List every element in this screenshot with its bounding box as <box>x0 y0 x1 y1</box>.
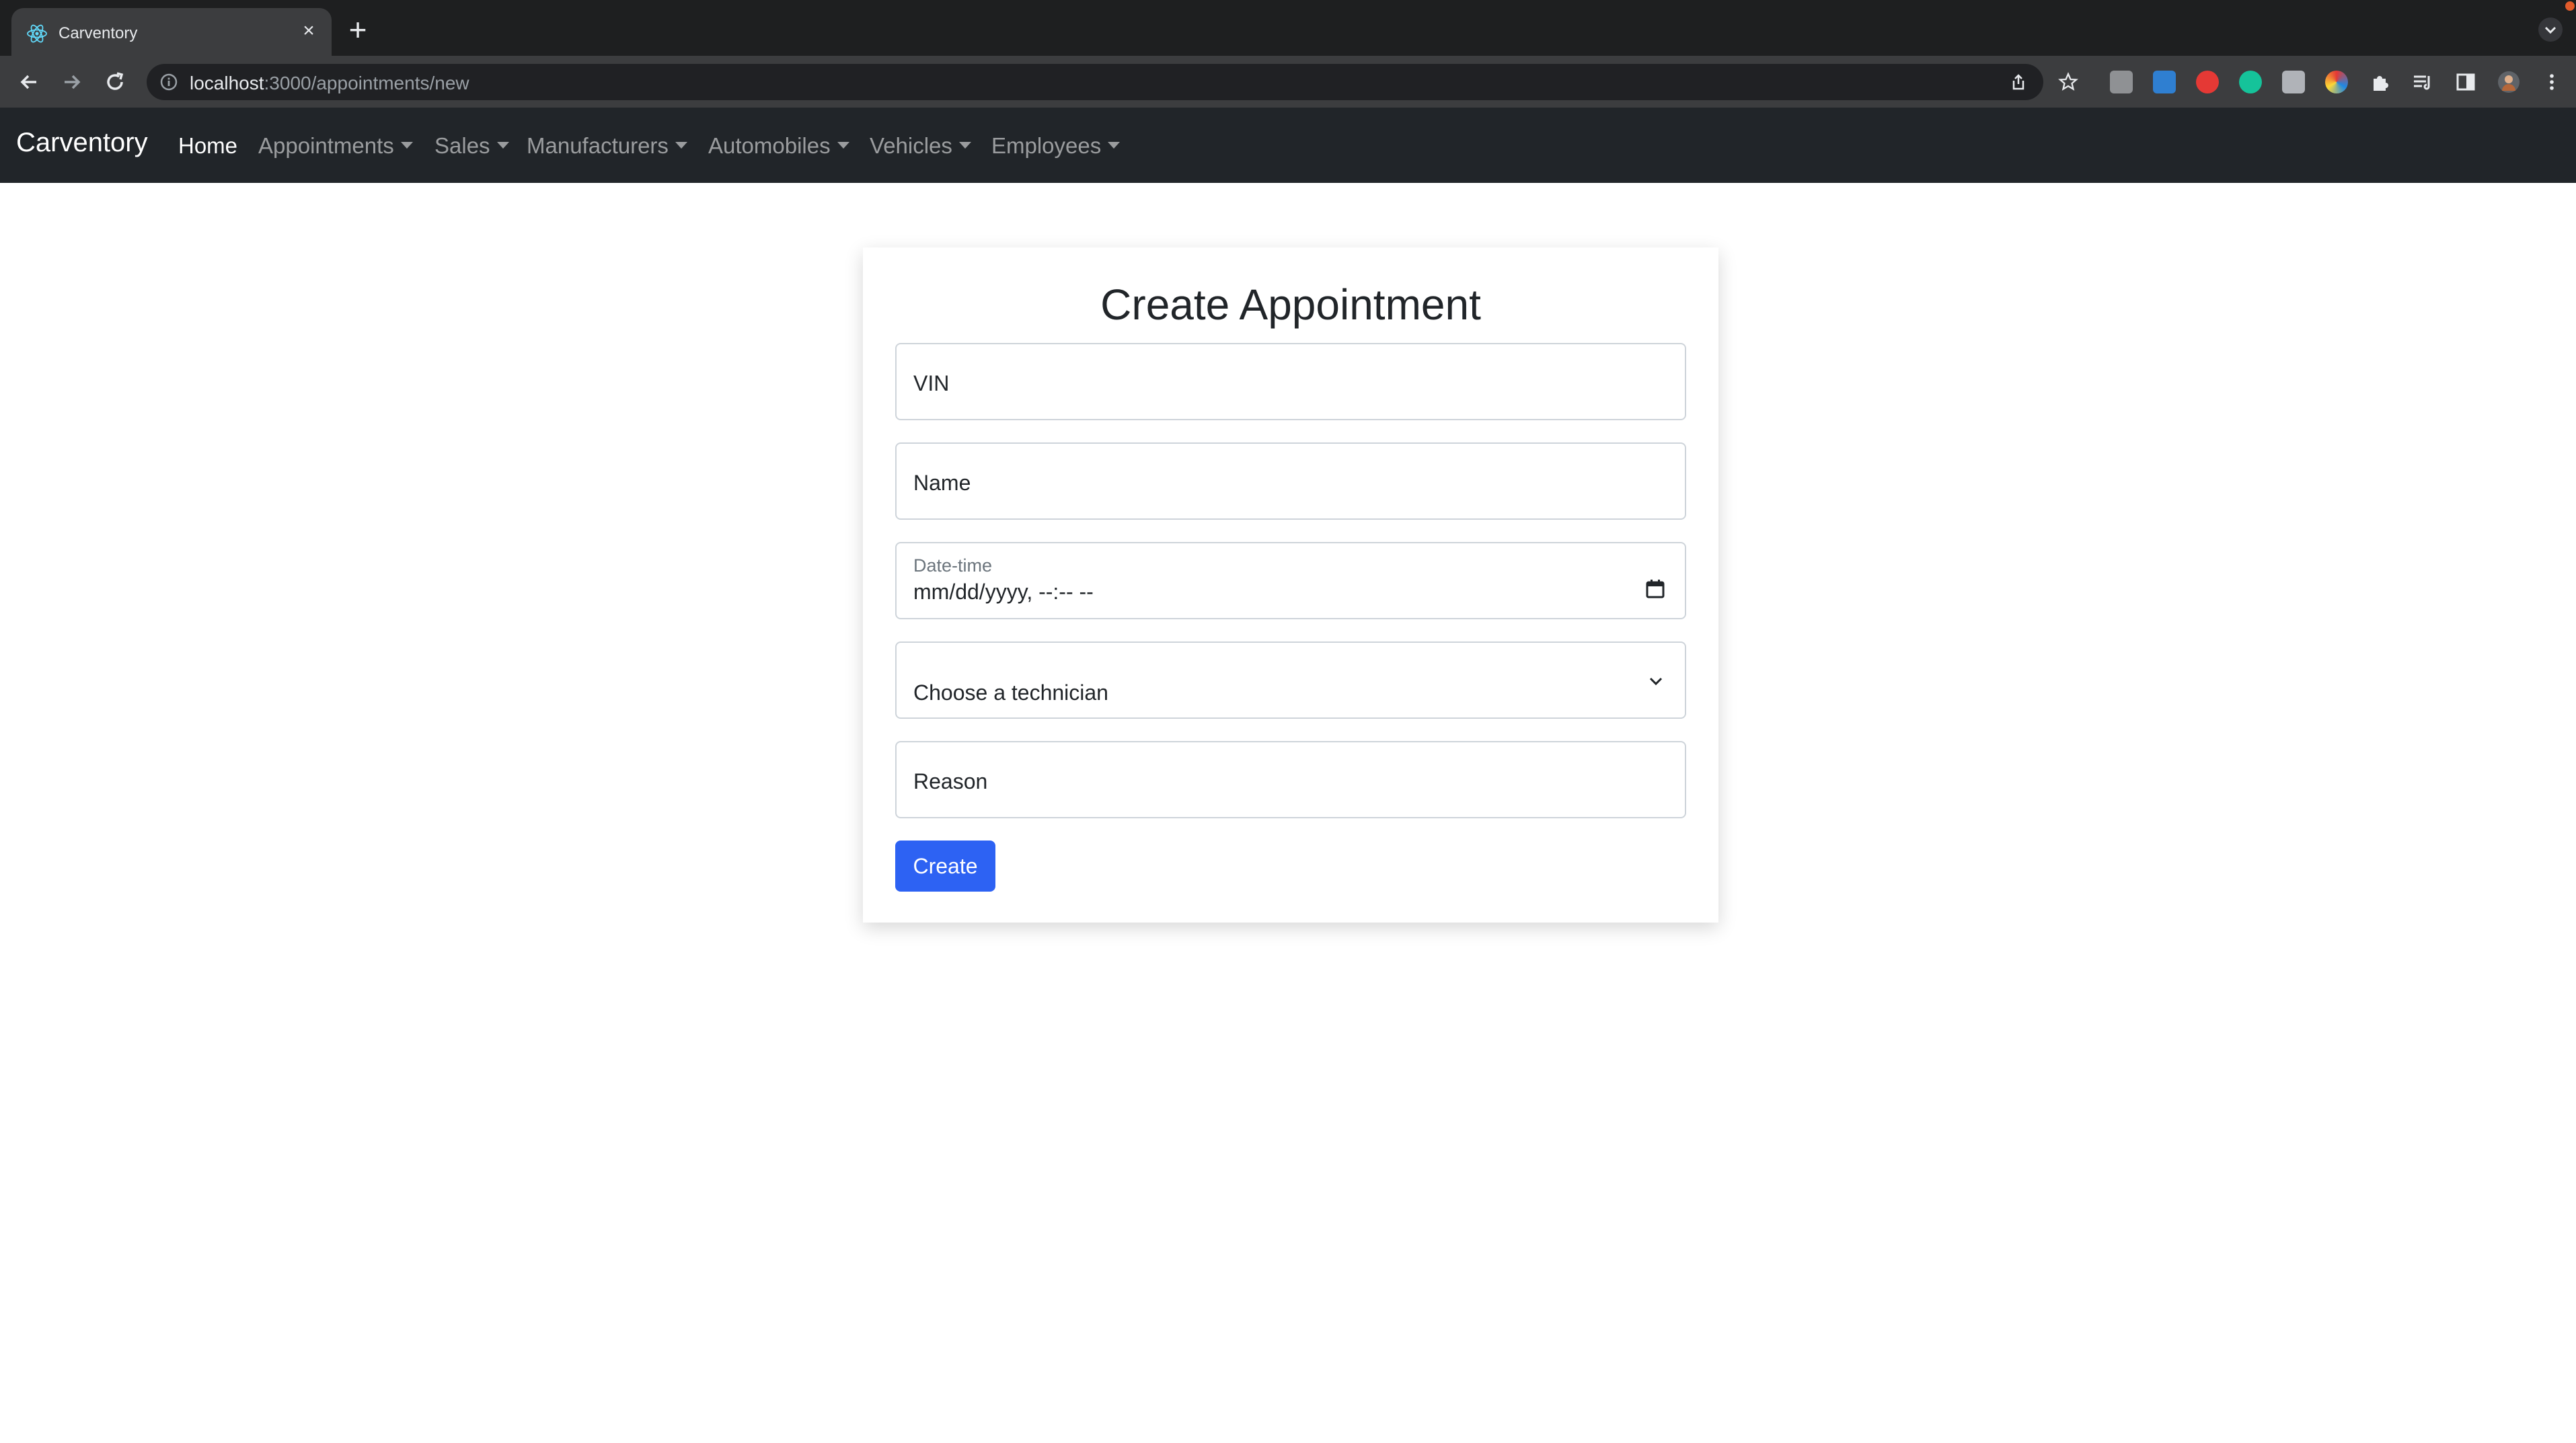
technician-select[interactable]: Choose a technician <box>895 641 1686 719</box>
nav-item-manufacturers[interactable]: Manufacturers <box>527 133 687 159</box>
datetime-label: Date-time <box>913 555 993 576</box>
nav-item-automobiles[interactable]: Automobiles <box>708 133 849 159</box>
caret-down-icon <box>496 142 509 149</box>
name-input[interactable]: Name <box>895 442 1686 520</box>
create-button[interactable]: Create <box>895 841 995 892</box>
react-favicon-icon <box>27 24 47 43</box>
url-host: localhost <box>190 73 264 93</box>
reading-list-icon[interactable] <box>2411 71 2434 93</box>
caret-down-icon <box>1108 142 1121 149</box>
browser-toolbar: localhost:3000/appointments/new <box>0 56 2576 108</box>
nav-label: Appointments <box>258 133 394 158</box>
reload-icon[interactable] <box>101 68 129 96</box>
extension-icon[interactable] <box>2196 71 2219 93</box>
nav-label: Sales <box>434 133 490 158</box>
nav-label: Vehicles <box>870 133 952 158</box>
reason-input[interactable]: Reason <box>895 741 1686 818</box>
caret-down-icon <box>837 142 849 149</box>
notification-dot <box>2565 1 2575 11</box>
navbar-brand[interactable]: Carventory <box>16 128 148 158</box>
back-icon[interactable] <box>15 68 43 96</box>
extensions-icon[interactable] <box>2368 71 2391 93</box>
chevron-down-icon[interactable] <box>2537 16 2564 43</box>
caret-down-icon <box>675 142 687 149</box>
tab-title: Carventory <box>59 24 138 42</box>
nav-label: Manufacturers <box>527 133 669 158</box>
extension-icon[interactable] <box>2325 71 2348 93</box>
nav-item-vehicles[interactable]: Vehicles <box>870 133 971 159</box>
vin-input[interactable]: VIN <box>895 343 1686 420</box>
url-text: localhost:3000/appointments/new <box>190 73 469 94</box>
more-menu-icon[interactable] <box>2540 71 2563 93</box>
nav-item-home[interactable]: Home <box>178 133 237 159</box>
create-appointment-card: Create Appointment VIN Name Date-time mm… <box>863 247 1718 923</box>
nav-item-sales[interactable]: Sales <box>434 133 509 159</box>
close-icon[interactable]: × <box>297 19 321 43</box>
profile-avatar[interactable] <box>2497 71 2520 93</box>
vin-placeholder: VIN <box>913 371 950 395</box>
nav-label: Employees <box>991 133 1102 158</box>
address-bar[interactable]: localhost:3000/appointments/new <box>147 64 2043 100</box>
nav-item-appointments[interactable]: Appointments <box>258 133 413 159</box>
grammarly-icon[interactable] <box>2239 71 2262 93</box>
share-icon[interactable] <box>2008 72 2029 92</box>
datetime-input[interactable]: Date-time mm/dd/yyyy, --:-- -- <box>895 542 1686 619</box>
page-title: Create Appointment <box>1100 280 1481 329</box>
caret-down-icon <box>958 142 971 149</box>
star-icon[interactable] <box>2058 72 2078 92</box>
forward-icon[interactable] <box>58 68 86 96</box>
calendar-icon[interactable] <box>1644 578 1666 600</box>
browser-tab[interactable]: Carventory × <box>11 8 332 56</box>
technician-placeholder: Choose a technician <box>913 680 1108 705</box>
extension-icon[interactable] <box>2282 71 2305 93</box>
nav-label: Automobiles <box>708 133 831 158</box>
extension-icon[interactable] <box>2153 71 2176 93</box>
browser-tab-strip: Carventory × + <box>0 0 2576 56</box>
extension-icon[interactable] <box>2110 71 2133 93</box>
url-path: :3000/appointments/new <box>264 73 469 93</box>
datetime-value: mm/dd/yyyy, --:-- -- <box>913 580 1094 604</box>
side-panel-icon[interactable] <box>2454 71 2477 93</box>
chevron-down-icon <box>1649 677 1663 686</box>
app-navbar: Carventory Home Appointments Sales Manuf… <box>0 108 2576 183</box>
info-icon[interactable] <box>159 72 179 92</box>
plus-icon[interactable]: + <box>344 14 371 45</box>
name-placeholder: Name <box>913 471 971 495</box>
caret-down-icon <box>400 142 413 149</box>
reason-placeholder: Reason <box>913 769 988 793</box>
nav-item-employees[interactable]: Employees <box>991 133 1121 159</box>
